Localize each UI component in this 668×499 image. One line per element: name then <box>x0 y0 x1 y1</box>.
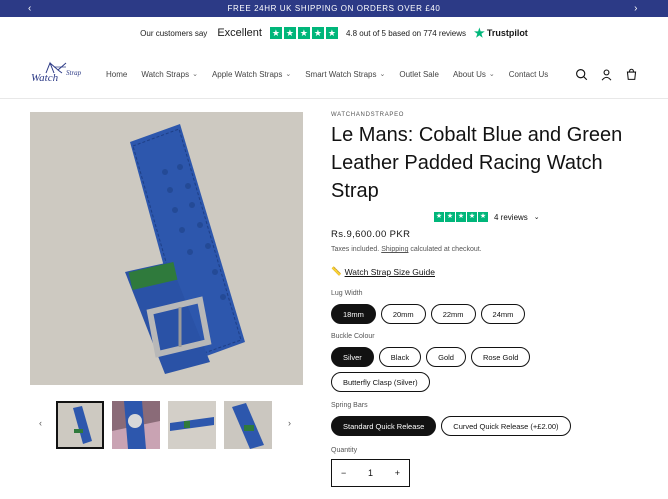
header-icons <box>575 49 638 99</box>
reviews-count: 4 reviews <box>494 212 528 222</box>
spring-bars-label: Spring Bars <box>331 402 368 409</box>
lug-width-label: Lug Width <box>331 290 363 297</box>
nav-contact-us[interactable]: Contact Us <box>509 70 549 79</box>
announcement-text: FREE 24HR UK SHIPPING ON ORDERS OVER £40 <box>227 4 441 13</box>
star-icon: ★ <box>445 212 455 222</box>
announcement-bar: ‹ FREE 24HR UK SHIPPING ON ORDERS OVER £… <box>0 0 668 17</box>
lug-option-20mm[interactable]: 20mm <box>380 304 426 324</box>
spring-bars-options: Standard Quick Release Curved Quick Rele… <box>331 416 631 436</box>
product-main-image[interactable] <box>30 112 303 385</box>
thumbnail-4[interactable] <box>224 401 272 449</box>
buckle-colour-label: Buckle Colour <box>331 333 375 340</box>
star-icon: ★ <box>283 27 296 39</box>
chevron-left-icon[interactable]: ‹ <box>39 418 42 428</box>
trustpilot-brand: Trustpilot <box>486 28 528 38</box>
nav-about-us[interactable]: About Us ⌄ <box>453 70 495 79</box>
ruler-icon: 📏 <box>331 266 342 276</box>
buckle-option-silver[interactable]: Silver <box>331 347 374 367</box>
shipping-link[interactable]: Shipping <box>381 246 408 253</box>
buckle-option-butterfly-clasp[interactable]: Butterfly Clasp (Silver) <box>331 372 430 392</box>
thumb-flat-strap-image <box>168 401 216 449</box>
lug-option-24mm[interactable]: 24mm <box>480 304 526 324</box>
chevron-down-icon: ⌄ <box>488 71 495 78</box>
nav-watch-straps[interactable]: Watch Straps ⌄ <box>141 70 198 79</box>
star-icon: ★ <box>269 27 282 39</box>
buckle-option-rose-gold[interactable]: Rose Gold <box>470 347 531 367</box>
review-stars: ★ ★ ★ ★ ★ <box>434 212 488 222</box>
spring-option-curved[interactable]: Curved Quick Release (+£2.00) <box>441 416 571 436</box>
thumbnail-1[interactable] <box>56 401 104 449</box>
announcement-next-icon[interactable]: › <box>634 0 638 17</box>
size-guide-label: Watch Strap Size Guide <box>344 266 435 277</box>
star-icon: ★ <box>478 212 488 222</box>
trustpilot-star-icon: ★ <box>474 26 485 40</box>
chevron-down-icon: ⌄ <box>285 71 292 78</box>
product-title: Le Mans: Cobalt Blue and Green Leather P… <box>331 124 623 202</box>
buckle-colour-options: Silver Black Gold Rose Gold Butterfly Cl… <box>331 347 591 392</box>
thumbnail-row: ‹ › <box>30 398 303 450</box>
quantity-plus-button[interactable]: + <box>395 468 400 478</box>
thumb-buckle-image <box>224 401 272 449</box>
chevron-down-icon: ⌄ <box>379 71 386 78</box>
star-icon: ★ <box>311 27 324 39</box>
lug-option-18mm[interactable]: 18mm <box>331 304 376 324</box>
quantity-value[interactable]: 1 <box>368 468 373 478</box>
quantity-stepper[interactable]: − 1 + <box>331 459 410 487</box>
quantity-label: Quantity <box>331 447 358 454</box>
rating-word: Excellent <box>217 27 262 39</box>
thumb-wrist-image <box>112 401 160 449</box>
star-icon: ★ <box>434 212 444 222</box>
account-icon[interactable] <box>600 68 613 81</box>
site-header: Watch Strap Home Watch Straps ⌄ Apple Wat… <box>0 49 668 99</box>
trustpilot-widget[interactable]: Our customers say Excellent ★ ★ ★ ★ ★ 4.… <box>0 17 668 49</box>
logo-strap-text: Strap <box>66 69 82 77</box>
star-icon: ★ <box>325 27 338 39</box>
buckle-option-gold[interactable]: Gold <box>426 347 466 367</box>
nav-home[interactable]: Home <box>106 70 127 79</box>
rating-text: 4.8 out of 5 based on 774 reviews <box>345 28 467 38</box>
search-icon[interactable] <box>575 68 588 81</box>
watch-strap-image <box>30 112 303 385</box>
star-icon: ★ <box>456 212 466 222</box>
spring-option-standard[interactable]: Standard Quick Release <box>331 416 437 436</box>
chevron-down-icon: ⌄ <box>533 214 540 221</box>
lug-width-options: 18mm 20mm 22mm 24mm <box>331 304 591 324</box>
main-nav: Home Watch Straps ⌄ Apple Watch Straps ⌄ S… <box>106 49 548 99</box>
chevron-right-icon[interactable]: › <box>288 418 291 428</box>
trustpilot-stars: ★ ★ ★ ★ ★ <box>269 27 338 39</box>
buckle-option-black[interactable]: Black <box>378 347 422 367</box>
product-vendor: WATCHANDSTRAPEO <box>331 112 405 118</box>
nav-apple-watch-straps[interactable]: Apple Watch Straps ⌄ <box>212 70 291 79</box>
star-icon: ★ <box>467 212 477 222</box>
tax-note: Taxes included. Shipping calculated at c… <box>331 246 482 253</box>
announcement-prev-icon[interactable]: ‹ <box>28 0 32 17</box>
size-guide-link[interactable]: 📏 Watch Strap Size Guide <box>331 266 435 277</box>
cart-icon[interactable] <box>625 68 638 81</box>
thumbnail-2[interactable] <box>112 401 160 449</box>
site-logo[interactable]: Watch Strap <box>30 61 84 87</box>
thumbnail-3[interactable] <box>168 401 216 449</box>
product-reviews[interactable]: ★ ★ ★ ★ ★ 4 reviews ⌄ <box>434 212 540 222</box>
product-price: Rs.9,600.00 PKR <box>331 229 411 240</box>
chevron-down-icon: ⌄ <box>192 71 198 78</box>
quantity-minus-button[interactable]: − <box>341 468 346 478</box>
customers-say-text: Our customers say <box>140 28 208 38</box>
lug-option-22mm[interactable]: 22mm <box>430 304 476 324</box>
nav-outlet-sale[interactable]: Outlet Sale <box>399 70 439 79</box>
star-icon: ★ <box>297 27 310 39</box>
nav-smart-watch-straps[interactable]: Smart Watch Straps ⌄ <box>305 70 385 79</box>
trustpilot-logo: ★ Trustpilot <box>474 26 528 40</box>
thumb-strap-image <box>58 403 102 447</box>
logo-text: Watch <box>31 72 59 84</box>
